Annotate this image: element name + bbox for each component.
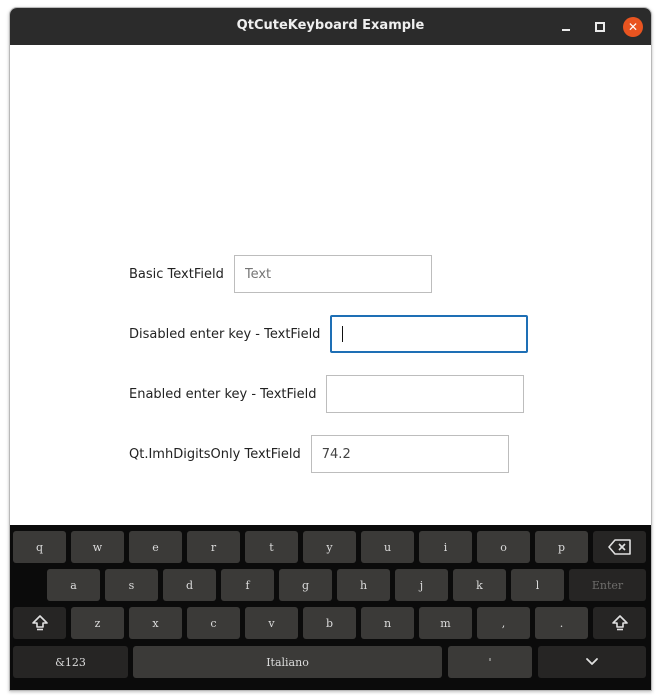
key-g[interactable]: g: [279, 569, 332, 601]
key-s[interactable]: s: [105, 569, 158, 601]
minimize-button[interactable]: [556, 17, 576, 37]
symbols-key[interactable]: &123: [13, 646, 128, 678]
key-j[interactable]: j: [395, 569, 448, 601]
window-title: QtCuteKeyboard Example: [236, 18, 425, 33]
key-h[interactable]: h: [337, 569, 390, 601]
key-y[interactable]: y: [303, 531, 356, 563]
key-d[interactable]: d: [163, 569, 216, 601]
disabled-enter-textfield[interactable]: [330, 315, 529, 353]
digits-only-value: 74.2: [321, 446, 351, 462]
key-u[interactable]: u: [361, 531, 414, 563]
hide-keyboard-key[interactable]: [538, 646, 646, 678]
form-area: Basic TextField Disabled enter key - Tex…: [10, 45, 651, 525]
backspace-key[interactable]: [593, 531, 646, 563]
basic-textfield-label: Basic TextField: [129, 266, 224, 282]
key-a[interactable]: a: [47, 569, 100, 601]
key-z[interactable]: z: [71, 607, 124, 639]
close-icon: ✕: [627, 20, 639, 34]
title-bar: QtCuteKeyboard Example ✕: [10, 8, 651, 45]
digits-only-row: Qt.ImhDigitsOnly TextField 74.2: [129, 435, 509, 473]
close-button[interactable]: ✕: [623, 17, 643, 37]
key-period[interactable]: .: [535, 607, 588, 639]
key-o[interactable]: o: [477, 531, 530, 563]
key-i[interactable]: i: [419, 531, 472, 563]
space-key[interactable]: Italiano: [133, 646, 442, 678]
key-r[interactable]: r: [187, 531, 240, 563]
key-comma[interactable]: ,: [477, 607, 530, 639]
chevron-down-icon: [586, 658, 598, 665]
key-c[interactable]: c: [187, 607, 240, 639]
key-f[interactable]: f: [221, 569, 274, 601]
virtual-keyboard: q w e r t y u i o p a s d f g h j k l En…: [10, 525, 651, 690]
key-t[interactable]: t: [245, 531, 298, 563]
shift-key-right[interactable]: [593, 607, 646, 639]
app-window: QtCuteKeyboard Example ✕ Basic TextField…: [9, 7, 652, 691]
minimize-icon: [562, 29, 570, 31]
key-v[interactable]: v: [245, 607, 298, 639]
text-cursor: [342, 326, 344, 342]
key-e[interactable]: e: [129, 531, 182, 563]
basic-textfield-row: Basic TextField: [129, 255, 432, 293]
key-n[interactable]: n: [361, 607, 414, 639]
enter-key[interactable]: Enter: [569, 569, 646, 601]
key-q[interactable]: q: [13, 531, 66, 563]
shift-icon: [611, 615, 628, 631]
digits-only-textfield[interactable]: 74.2: [310, 435, 509, 473]
enabled-enter-textfield[interactable]: [326, 375, 525, 413]
shift-icon: [31, 615, 48, 631]
basic-textfield[interactable]: [233, 255, 432, 293]
disabled-enter-row: Disabled enter key - TextField: [129, 315, 529, 353]
key-m[interactable]: m: [419, 607, 472, 639]
key-b[interactable]: b: [303, 607, 356, 639]
disabled-enter-label: Disabled enter key - TextField: [129, 326, 321, 342]
apostrophe-key[interactable]: ': [448, 646, 532, 678]
key-x[interactable]: x: [129, 607, 182, 639]
key-l[interactable]: l: [511, 569, 564, 601]
key-k[interactable]: k: [453, 569, 506, 601]
key-w[interactable]: w: [71, 531, 124, 563]
enabled-enter-label: Enabled enter key - TextField: [129, 386, 317, 402]
backspace-icon: [607, 539, 631, 555]
shift-key-left[interactable]: [13, 607, 66, 639]
enabled-enter-row: Enabled enter key - TextField: [129, 375, 525, 413]
maximize-button[interactable]: [590, 17, 610, 37]
key-p[interactable]: p: [535, 531, 588, 563]
digits-only-label: Qt.ImhDigitsOnly TextField: [129, 446, 301, 462]
maximize-icon: [595, 22, 605, 32]
